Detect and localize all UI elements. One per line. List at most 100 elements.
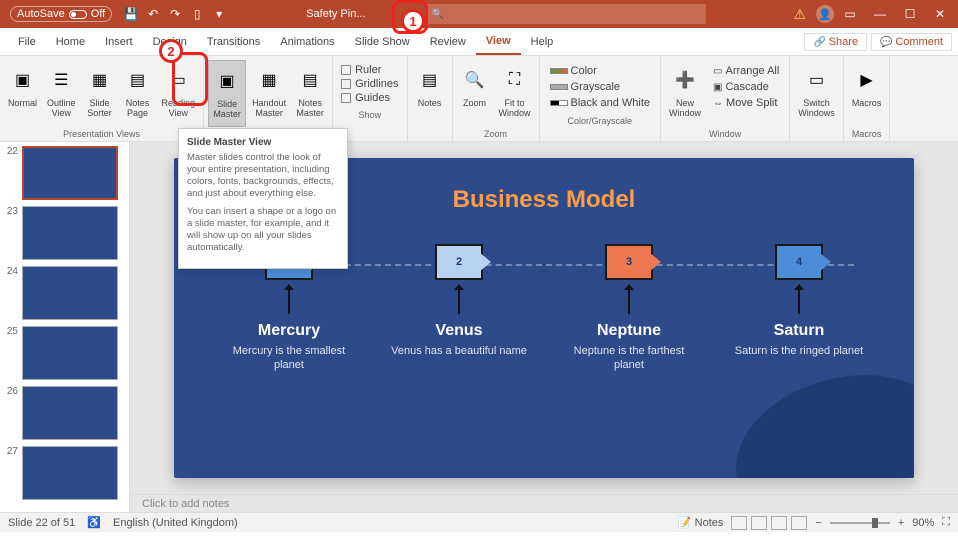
thumb-number: 26 — [4, 386, 18, 397]
annotation-badge: 2 — [159, 39, 183, 63]
slide-sorter-button[interactable]: ▦Slide Sorter — [82, 60, 118, 127]
slide-thumbnail[interactable] — [22, 386, 118, 440]
step-name: Saturn — [774, 322, 825, 340]
step-desc: Venus has a beautiful name — [391, 344, 527, 358]
workspace: 22 23 24 25 26 27 Business Model 1Mercur… — [0, 142, 958, 512]
comment-button[interactable]: 💬 Comment — [871, 33, 952, 51]
outline-view-button[interactable]: ☰Outline View — [43, 60, 80, 127]
menu-insert[interactable]: Insert — [95, 28, 143, 55]
group-label: Show — [359, 108, 382, 120]
group-macros: ▶Macros Macros — [844, 56, 891, 141]
undo-icon[interactable]: ↶ — [146, 7, 160, 21]
ribbon-options-icon[interactable]: ▭ — [836, 4, 864, 24]
group-notes: ▤Notes — [408, 56, 453, 141]
guides-checkbox[interactable]: Guides — [341, 92, 398, 104]
step-name: Neptune — [597, 322, 661, 340]
notes-page-button[interactable]: ▤Notes Page — [120, 60, 156, 127]
slide-thumbnails-panel[interactable]: 22 23 24 25 26 27 — [0, 142, 130, 512]
notes-toggle[interactable]: 📝 Notes — [678, 516, 724, 529]
language-status[interactable]: English (United Kingdom) — [113, 517, 238, 529]
group-switch-windows: ▭Switch Windows — [790, 56, 844, 141]
save-icon[interactable]: 💾 — [124, 7, 138, 21]
zoom-out-button[interactable]: − — [815, 517, 821, 529]
normal-view-icon[interactable] — [731, 516, 747, 530]
macros-button[interactable]: ▶Macros — [848, 60, 886, 127]
menu-transitions[interactable]: Transitions — [197, 28, 270, 55]
notes-button[interactable]: ▤Notes — [412, 60, 448, 137]
switch-windows-button[interactable]: ▭Switch Windows — [794, 60, 839, 137]
redo-icon[interactable]: ↷ — [168, 7, 182, 21]
annotation-badge: 1 — [401, 9, 425, 33]
move-split-button[interactable]: ⇔ Move Split — [711, 96, 781, 110]
slide-thumbnail[interactable] — [22, 206, 118, 260]
slide-counter[interactable]: Slide 22 of 51 — [8, 517, 75, 529]
menu-home[interactable]: Home — [46, 28, 95, 55]
menu-review[interactable]: Review — [420, 28, 476, 55]
arrange-all-button[interactable]: ▭ Arrange All — [711, 64, 781, 78]
menu-file[interactable]: File — [8, 28, 46, 55]
cascade-button[interactable]: ▣ Cascade — [711, 80, 781, 94]
tooltip-slide-master: Slide Master View Master slides control … — [178, 128, 348, 269]
quick-access-toolbar: 💾 ↶ ↷ ▯ ▾ — [124, 7, 226, 21]
tooltip-text: Master slides control the look of your e… — [187, 152, 339, 200]
tooltip-text: You can insert a shape or a logo on a sl… — [187, 206, 339, 254]
menu-view[interactable]: View — [476, 28, 521, 55]
slide-thumbnail[interactable] — [22, 446, 118, 500]
normal-view-button[interactable]: ▣Normal — [4, 60, 41, 127]
thumb-number: 22 — [4, 146, 18, 157]
zoom-level[interactable]: 90% — [912, 517, 934, 529]
group-label: Window — [709, 127, 741, 139]
notes-master-button[interactable]: ▤Notes Master — [292, 60, 328, 127]
thumb-number: 27 — [4, 446, 18, 457]
accessibility-icon[interactable]: ♿ — [87, 516, 101, 529]
title-bar: AutoSave Off 💾 ↶ ↷ ▯ ▾ Safety Pin... ⚠ 👤… — [0, 0, 958, 28]
group-zoom: 🔍Zoom ⛶Fit to Window Zoom — [453, 56, 540, 141]
fit-to-window-icon[interactable]: ⛶ — [942, 516, 950, 529]
black-and-white-option[interactable]: Black and White — [548, 96, 652, 110]
grayscale-option[interactable]: Grayscale — [548, 80, 652, 94]
menu-bar: File Home Insert Design Transitions Anim… — [0, 28, 958, 56]
notes-pane[interactable]: Click to add notes — [130, 494, 958, 512]
qat-dropdown-icon[interactable]: ▾ — [212, 7, 226, 21]
handout-master-button[interactable]: ▦Handout Master — [248, 60, 290, 127]
step-desc: Neptune is the farthest planet — [559, 344, 699, 372]
warning-icon[interactable]: ⚠ — [793, 6, 806, 23]
color-option[interactable]: Color — [548, 64, 652, 78]
slide-thumbnail[interactable] — [22, 266, 118, 320]
zoom-button[interactable]: 🔍Zoom — [457, 60, 493, 127]
close-icon[interactable]: ✕ — [926, 4, 954, 24]
sorter-view-icon[interactable] — [751, 516, 767, 530]
step-desc: Saturn is the ringed planet — [735, 344, 863, 358]
minimize-icon[interactable]: — — [866, 4, 894, 24]
share-button[interactable]: 🔗 Share — [804, 33, 867, 51]
new-window-button[interactable]: ➕New Window — [665, 60, 705, 127]
zoom-in-button[interactable]: + — [898, 517, 904, 529]
group-label: Color/Grayscale — [568, 114, 633, 126]
slide-thumbnail[interactable] — [22, 326, 118, 380]
autosave-state: Off — [91, 8, 105, 20]
search-input[interactable] — [426, 4, 706, 24]
annotation-callout: 2 — [172, 52, 208, 106]
slideshow-view-icon[interactable] — [791, 516, 807, 530]
thumb-number: 23 — [4, 206, 18, 217]
fit-to-window-button[interactable]: ⛶Fit to Window — [495, 60, 535, 127]
ruler-checkbox[interactable]: Ruler — [341, 64, 398, 76]
status-bar: Slide 22 of 51 ♿ English (United Kingdom… — [0, 512, 958, 532]
slide-master-button[interactable]: ▣Slide Master — [208, 60, 246, 127]
start-slideshow-icon[interactable]: ▯ — [190, 7, 204, 21]
document-title[interactable]: Safety Pin... — [306, 8, 365, 20]
maximize-icon[interactable]: ☐ — [896, 4, 924, 24]
autosave-toggle[interactable]: AutoSave Off — [10, 6, 112, 22]
menu-help[interactable]: Help — [521, 28, 564, 55]
zoom-slider[interactable] — [830, 522, 890, 524]
slide-thumbnail[interactable] — [22, 146, 118, 200]
group-label: Macros — [852, 127, 882, 139]
gridlines-checkbox[interactable]: Gridlines — [341, 78, 398, 90]
tooltip-title: Slide Master View — [187, 137, 339, 148]
thumb-number: 24 — [4, 266, 18, 277]
step-desc: Mercury is the smallest planet — [219, 344, 359, 372]
account-avatar[interactable]: 👤 — [816, 5, 834, 23]
reading-view-icon[interactable] — [771, 516, 787, 530]
menu-animations[interactable]: Animations — [270, 28, 344, 55]
ribbon: ▣Normal ☰Outline View ▦Slide Sorter ▤Not… — [0, 56, 958, 142]
